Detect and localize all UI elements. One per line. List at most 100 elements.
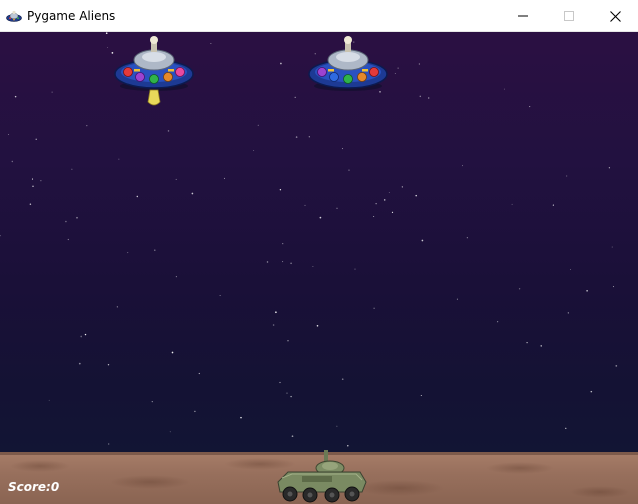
star (111, 52, 114, 54)
alien-ufo (308, 36, 388, 91)
star (336, 207, 338, 209)
star (466, 237, 468, 239)
star (567, 312, 569, 314)
ufo-icon (308, 36, 388, 91)
star (462, 165, 463, 167)
star (154, 249, 156, 251)
star (84, 333, 87, 336)
star (375, 203, 377, 205)
star (316, 325, 319, 327)
star (348, 169, 350, 171)
star (456, 298, 458, 300)
star (31, 178, 34, 180)
star (615, 365, 618, 367)
star (401, 186, 403, 188)
star (503, 88, 505, 90)
star (223, 177, 225, 179)
star (51, 91, 53, 93)
star (253, 150, 255, 151)
close-icon (609, 10, 621, 22)
star (282, 243, 284, 245)
maximize-icon (564, 11, 574, 21)
star (291, 435, 294, 438)
star (108, 443, 110, 445)
star (40, 180, 42, 182)
star (428, 97, 430, 99)
star (511, 203, 513, 205)
star (388, 192, 390, 194)
star (294, 96, 296, 99)
game-canvas[interactable]: Score:0 (0, 32, 638, 504)
minimize-icon (518, 15, 528, 17)
star (279, 189, 282, 191)
game-window: Pygame Aliens Score:0 (0, 0, 638, 504)
star (35, 138, 37, 140)
star (275, 311, 277, 314)
star (612, 286, 615, 288)
star (570, 269, 571, 271)
star (240, 416, 242, 419)
ufo-icon (114, 36, 194, 91)
score-display: Score:0 (8, 480, 59, 494)
player-tank (277, 450, 367, 503)
star (167, 130, 170, 132)
star (526, 341, 528, 344)
star (565, 427, 567, 429)
star (14, 95, 17, 98)
star (118, 158, 120, 160)
star (586, 290, 588, 292)
alien-bomb (147, 89, 161, 106)
score-label: Score: (8, 480, 51, 494)
score-value: 0 (50, 480, 60, 494)
star (48, 399, 50, 401)
star (295, 136, 298, 138)
star (210, 43, 212, 44)
star (279, 381, 281, 384)
star (518, 288, 521, 290)
star (266, 261, 269, 263)
close-button[interactable] (592, 0, 638, 32)
alien-ufo (114, 36, 194, 106)
star (136, 195, 139, 198)
star (107, 47, 109, 49)
star (497, 321, 499, 323)
star (304, 204, 306, 206)
star (336, 425, 338, 427)
star (67, 238, 69, 241)
star (290, 395, 292, 398)
star (0, 234, 1, 237)
star (175, 178, 177, 180)
star (272, 324, 275, 326)
pygame-alien-icon (6, 10, 22, 22)
title-bar[interactable]: Pygame Aliens (0, 0, 638, 32)
star (590, 390, 593, 393)
star (80, 335, 83, 338)
star (419, 95, 422, 98)
star (552, 204, 554, 206)
star (420, 394, 422, 397)
star (308, 136, 310, 138)
star (280, 62, 282, 65)
star (290, 262, 292, 265)
star (191, 192, 194, 195)
star (171, 351, 174, 354)
star (383, 199, 386, 201)
maximize-button[interactable] (546, 0, 592, 32)
star (107, 364, 110, 366)
star (540, 345, 542, 347)
tank-icon (277, 450, 367, 503)
star (86, 124, 88, 127)
star (373, 307, 375, 309)
minimize-button[interactable] (500, 0, 546, 32)
star (421, 239, 424, 242)
star (76, 216, 78, 219)
star (608, 167, 611, 169)
star (282, 261, 284, 263)
star (312, 265, 314, 267)
star (175, 276, 177, 278)
star (415, 194, 417, 197)
star (105, 32, 108, 35)
star (257, 124, 259, 126)
star (373, 215, 375, 217)
star (29, 203, 32, 206)
